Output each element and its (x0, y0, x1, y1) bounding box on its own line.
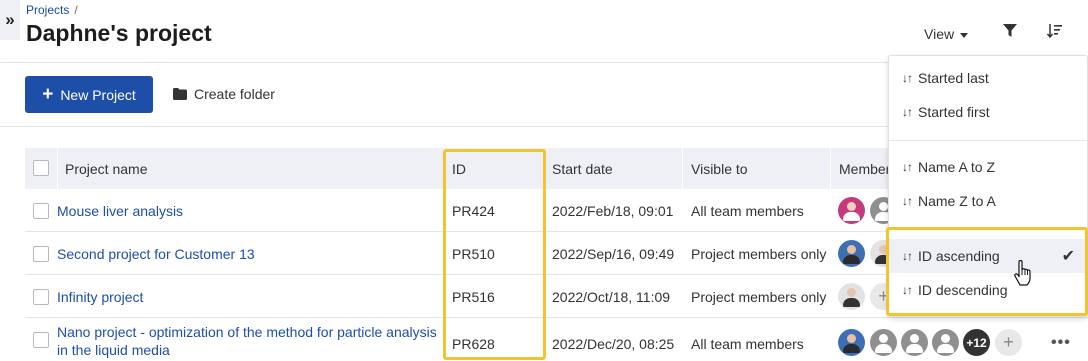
member-avatar[interactable] (870, 329, 897, 356)
sort-asc-icon: ↓↑ (902, 105, 913, 119)
project-name-line: in the liquid media (57, 342, 170, 358)
member-avatar[interactable] (932, 329, 959, 356)
visible-to: All team members (691, 203, 804, 219)
column-divider (682, 148, 683, 189)
sort-name-z-a[interactable]: ↓↑ Name Z to A (889, 184, 1087, 218)
column-divider (57, 148, 58, 189)
view-dropdown[interactable]: View (924, 26, 969, 42)
column-divider (830, 148, 831, 189)
create-folder-button[interactable]: Create folder (173, 86, 275, 102)
member-avatar[interactable] (838, 329, 865, 356)
breadcrumb-projects-link[interactable]: Projects (26, 3, 69, 17)
visible-to: Project members only (691, 289, 827, 305)
row-checkbox[interactable] (33, 203, 49, 219)
row-checkbox[interactable] (33, 246, 49, 262)
start-date: 2022/Feb/18, 09:01 (552, 203, 674, 219)
sort-option-label: Started first (918, 104, 990, 120)
pointer-cursor-icon (1014, 260, 1031, 286)
sort-asc-icon: ↓↑ (902, 160, 913, 174)
plus-icon: + (42, 84, 54, 105)
sort-icon[interactable] (1047, 23, 1063, 39)
select-all-checkbox[interactable] (33, 160, 49, 176)
new-project-label: New Project (60, 86, 136, 103)
row-checkbox[interactable] (33, 332, 49, 348)
project-name-link[interactable]: Nano project - optimization of the metho… (57, 323, 437, 359)
sort-option-label: Started last (918, 70, 989, 86)
sort-desc-icon: ↓↑ (902, 71, 913, 85)
caret-down-icon (960, 32, 969, 38)
breadcrumb: Projects / (26, 3, 78, 17)
column-header-start-date[interactable]: Start date (552, 161, 613, 177)
menu-divider (889, 140, 1087, 141)
start-date: 2022/Oct/18, 11:09 (552, 289, 671, 305)
view-label: View (924, 26, 955, 42)
sort-started-last[interactable]: ↓↑ Started last (889, 61, 1087, 95)
sort-id-highlight (886, 227, 1088, 316)
member-avatar[interactable] (838, 283, 865, 310)
breadcrumb-separator: / (74, 3, 78, 17)
new-project-button[interactable]: + New Project (25, 76, 153, 113)
column-header-members[interactable]: Member (839, 161, 890, 177)
visible-to: All team members (691, 336, 804, 352)
row-checkbox[interactable] (33, 289, 49, 305)
table-row: Nano project - optimization of the metho… (25, 318, 1088, 361)
sort-started-first[interactable]: ↓↑ Started first (889, 95, 1087, 129)
project-name-link[interactable]: Mouse liver analysis (57, 203, 183, 219)
create-folder-label: Create folder (194, 86, 275, 102)
member-avatar[interactable] (901, 329, 928, 356)
folder-icon (173, 88, 187, 100)
id-column-highlight (443, 149, 546, 360)
column-header-visible-to[interactable]: Visible to (691, 161, 748, 177)
more-members-badge[interactable]: +12 (963, 329, 990, 356)
add-member-icon[interactable]: + (995, 329, 1022, 356)
more-icon[interactable]: ••• (1051, 334, 1071, 352)
sort-option-label: Name Z to A (918, 193, 996, 209)
column-header-project-name[interactable]: Project name (65, 161, 147, 177)
sort-name-a-z[interactable]: ↓↑ Name A to Z (889, 150, 1087, 184)
expand-sidebar-icon[interactable]: » (0, 0, 20, 40)
start-date: 2022/Dec/20, 08:25 (552, 336, 675, 352)
start-date: 2022/Sep/16, 09:49 (552, 246, 675, 262)
member-avatar[interactable] (838, 197, 865, 224)
sort-option-label: Name A to Z (918, 159, 996, 175)
project-name-link[interactable]: Infinity project (57, 289, 143, 305)
page-title: Daphne's project (26, 20, 212, 46)
project-name-link[interactable]: Second project for Customer 13 (57, 246, 255, 262)
sort-desc-icon: ↓↑ (902, 194, 913, 208)
filter-icon[interactable] (1003, 24, 1017, 38)
project-name-line: Nano project - optimization of the metho… (57, 324, 437, 340)
visible-to: Project members only (691, 246, 827, 262)
member-avatar[interactable] (838, 240, 865, 267)
